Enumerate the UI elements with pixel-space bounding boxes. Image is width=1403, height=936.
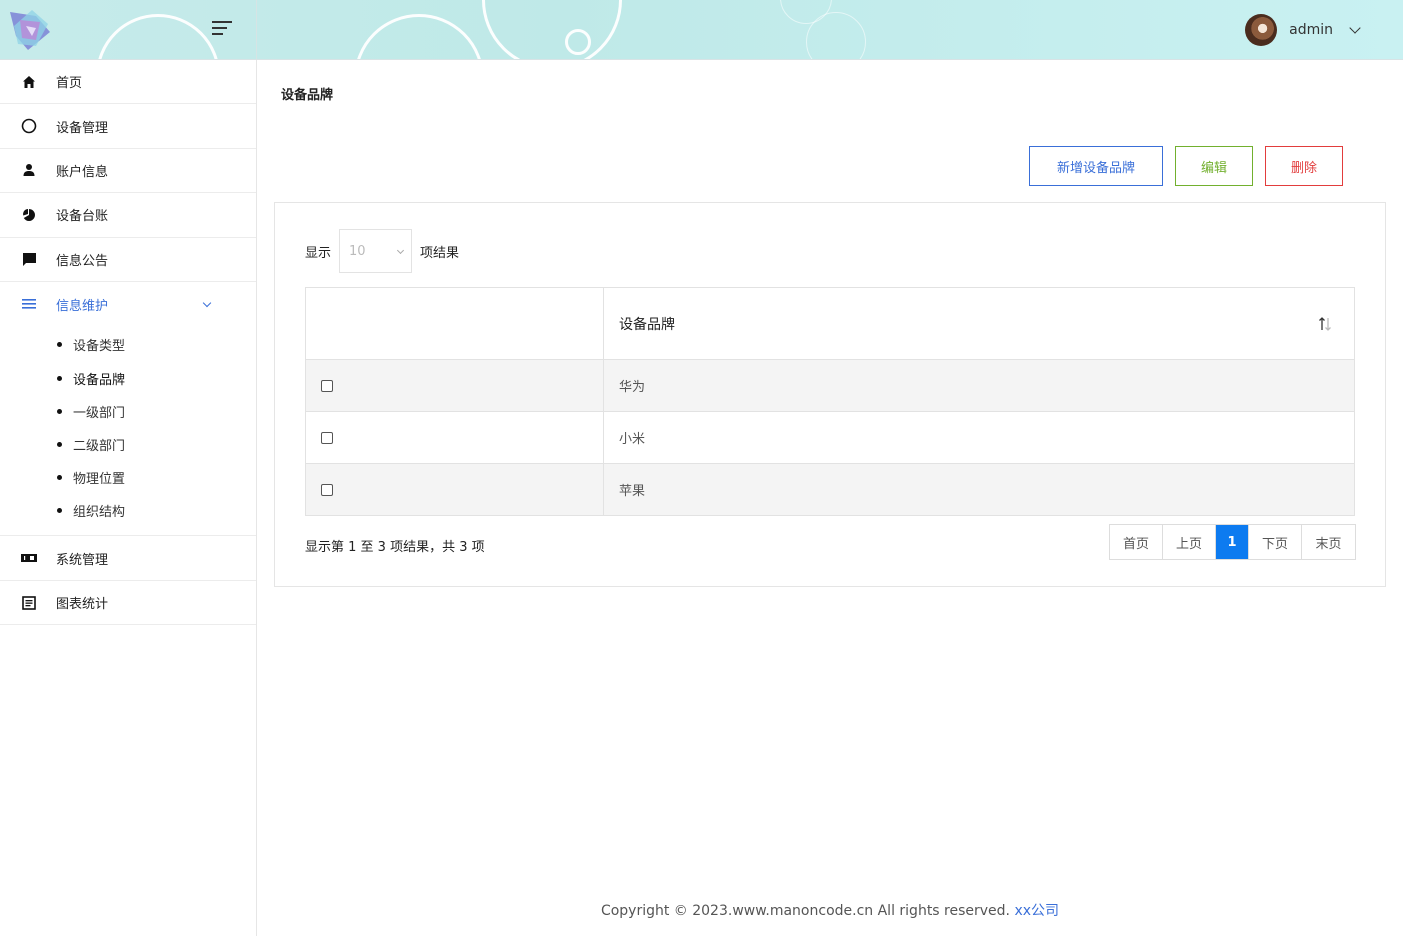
row-checkbox[interactable] [321, 431, 333, 444]
pagination-page[interactable]: 1 [1216, 525, 1249, 559]
submenu-item-device-type[interactable]: 设备类型 [0, 328, 256, 361]
page-title: 设备品牌 [281, 88, 334, 103]
submenu-item-org-structure[interactable]: 组织结构 [0, 494, 256, 527]
sidebar-item-account[interactable]: 账户信息 [0, 149, 256, 194]
header-decoration [482, 0, 622, 59]
bullet-icon [57, 475, 62, 481]
pagination-prev[interactable]: 上页 [1163, 525, 1216, 559]
select-column-header [305, 287, 604, 360]
select-cell [305, 411, 604, 464]
list-icon [21, 296, 37, 312]
avatar [1245, 14, 1278, 46]
sort-icon [1319, 317, 1331, 331]
user-menu[interactable]: admin [1245, 13, 1361, 47]
user-name: admin [1289, 22, 1333, 38]
sidebar-item-device-ledger[interactable]: 设备台账 [0, 193, 256, 238]
bullet-icon [57, 442, 62, 447]
bullet-icon [57, 375, 62, 381]
sidebar-item-label: 账户信息 [56, 164, 109, 180]
sidebar-item-device-management[interactable]: 设备管理 [0, 104, 256, 149]
table-row[interactable]: 华为 [305, 359, 1355, 412]
sidebar-item-label: 设备管理 [56, 120, 109, 136]
bullet-icon [57, 508, 62, 514]
sidebar-item-label: 信息公告 [56, 253, 109, 269]
logo-icon [10, 10, 50, 50]
select-cell [305, 463, 604, 516]
bullet-icon [57, 408, 62, 414]
chevron-down-icon [1349, 22, 1361, 34]
home-icon [21, 74, 37, 90]
submenu-item-label: 设备品牌 [73, 372, 126, 388]
sidebar-item-announcements[interactable]: 信息公告 [0, 238, 256, 282]
submenu-item-label: 二级部门 [73, 439, 126, 454]
page-length-select[interactable]: 10 [339, 229, 413, 273]
ticket-icon [21, 550, 37, 566]
logo-area [0, 0, 257, 59]
sidebar-item-chart-stats[interactable]: 图表统计 [0, 581, 256, 626]
message-icon [21, 251, 37, 267]
sidebar-item-info-maintenance[interactable]: 信息维护 [0, 282, 256, 326]
row-checkbox[interactable] [321, 379, 333, 392]
column-label: 设备品牌 [619, 316, 675, 333]
brand-cell: 华为 [603, 359, 1355, 412]
submenu-item-device-brand[interactable]: 设备品牌 [0, 362, 256, 395]
header-decoration [806, 12, 866, 59]
circle-icon [21, 118, 37, 134]
bullet-icon [57, 342, 62, 348]
sidebar-item-label: 首页 [56, 76, 83, 92]
submenu-item-physical-location[interactable]: 物理位置 [0, 461, 256, 494]
submenu-item-label: 设备类型 [73, 339, 126, 355]
submenu-item-level1-dept[interactable]: 一级部门 [0, 395, 256, 428]
sidebar-item-label: 信息维护 [56, 298, 109, 314]
delete-button[interactable]: 删除 [1265, 146, 1343, 186]
pagination-next[interactable]: 下页 [1249, 525, 1302, 559]
brand-column-header[interactable]: 设备品牌 [603, 287, 1355, 360]
company-link[interactable]: xx公司 [1014, 903, 1059, 919]
pagination-first[interactable]: 首页 [1110, 525, 1163, 559]
copyright-text: Copyright © 2023.www.manoncode.cn All ri… [600, 903, 1015, 919]
submenu-item-level2-dept[interactable]: 二级部门 [0, 428, 256, 461]
menu-toggle-icon[interactable] [212, 21, 232, 37]
document-icon [21, 595, 37, 611]
pie-chart-icon [21, 207, 37, 223]
chevron-down-icon [396, 246, 405, 255]
chevron-down-icon [202, 298, 212, 308]
brand-table: 设备品牌 华为 小米 苹果 [305, 287, 1355, 516]
brand-cell: 苹果 [603, 463, 1355, 516]
submenu: 设备类型 设备品牌 一级部门 二级部门 物理位置 组织结构 [0, 326, 256, 537]
brand-cell: 小米 [603, 411, 1355, 464]
length-prefix: 显示 [305, 245, 332, 261]
pagination: 首页 上页 1 下页 末页 [1109, 524, 1356, 560]
pagination-last[interactable]: 末页 [1302, 525, 1355, 559]
add-brand-button[interactable]: 新增设备品牌 [1029, 146, 1163, 186]
person-icon [21, 162, 37, 178]
row-checkbox[interactable] [321, 483, 333, 496]
top-header: admin [0, 0, 1403, 60]
submenu-item-label: 组织结构 [73, 505, 126, 521]
footer: Copyright © 2023.www.manoncode.cn All ri… [0, 900, 1403, 920]
edit-button[interactable]: 编辑 [1175, 146, 1253, 186]
sidebar-item-home[interactable]: 首页 [0, 60, 256, 105]
submenu-item-label: 一级部门 [73, 405, 126, 421]
sidebar-item-system-management[interactable]: 系统管理 [0, 536, 256, 581]
select-cell [305, 359, 604, 412]
submenu-item-label: 物理位置 [73, 472, 126, 488]
sidebar: 首页 设备管理 账户信息 设备台账 信息公告 信息维护 设备类型 设备品牌 一级… [0, 60, 257, 936]
sidebar-item-label: 系统管理 [56, 552, 109, 568]
table-row[interactable]: 小米 [305, 411, 1355, 464]
header-decoration [565, 29, 591, 55]
table-info: 显示第 1 至 3 项结果，共 3 项 [305, 540, 485, 555]
header-decoration [354, 14, 484, 59]
sidebar-item-label: 图表统计 [56, 597, 109, 613]
page-length-control: 显示 10 项结果 [305, 229, 459, 273]
table-row[interactable]: 苹果 [305, 463, 1355, 516]
table-header-row: 设备品牌 [305, 287, 1355, 360]
page-length-value: 10 [349, 243, 366, 259]
sidebar-item-label: 设备台账 [56, 209, 109, 225]
length-suffix: 项结果 [420, 245, 460, 261]
table-panel: 显示 10 项结果 设备品牌 华为 小米 苹果 显示第 1 至 3 项结果，共 … [274, 202, 1386, 587]
